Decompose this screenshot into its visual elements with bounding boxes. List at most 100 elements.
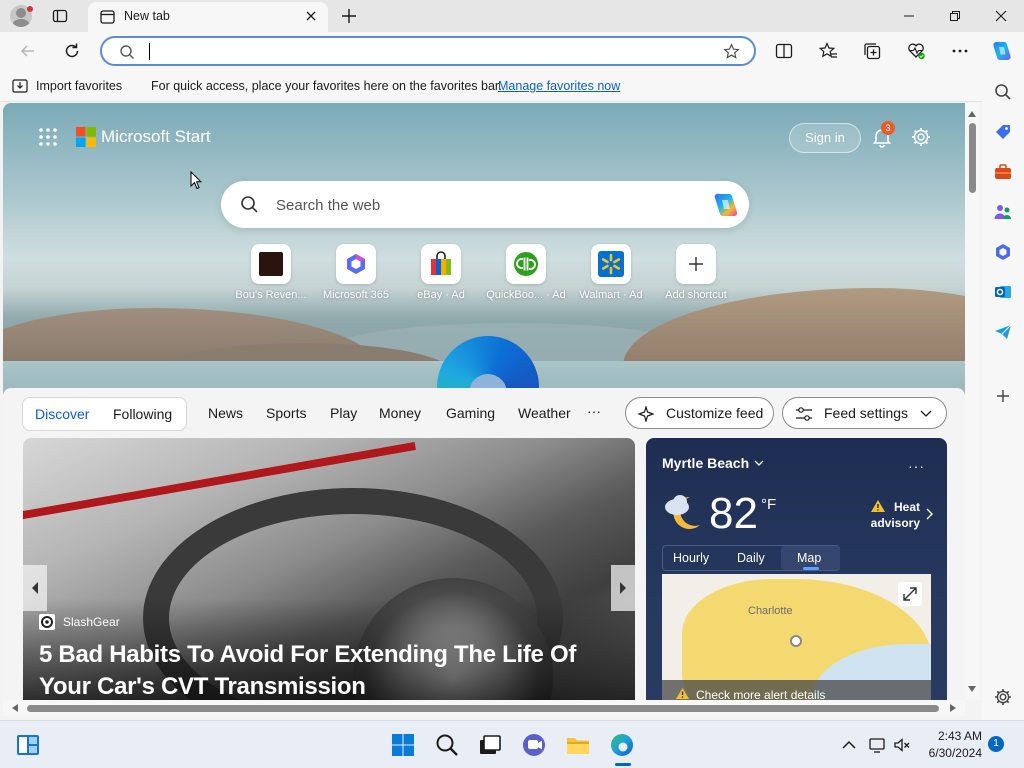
vertical-scrollbar[interactable] — [965, 103, 980, 700]
tab-discover[interactable]: Discover — [35, 406, 89, 422]
weather-location[interactable]: Myrtle Beach — [662, 455, 749, 471]
task-view-icon[interactable] — [477, 732, 503, 758]
more-tabs-button[interactable]: ··· — [587, 403, 601, 419]
volume-muted-icon[interactable] — [893, 736, 911, 754]
scroll-left-arrow-icon[interactable] — [11, 704, 19, 712]
shortcut-label: QuickBoo... · Ad — [486, 289, 566, 301]
tab-sports[interactable]: Sports — [266, 405, 306, 421]
windows-start-icon[interactable] — [390, 732, 416, 758]
weather-more-options[interactable]: ··· — [908, 458, 925, 474]
shortcut-label: Add shortcut — [665, 289, 727, 301]
scroll-right-arrow-icon[interactable] — [949, 704, 957, 712]
tab-hourly[interactable]: Hourly — [673, 551, 709, 565]
minimize-button[interactable] — [886, 0, 932, 32]
tab-news[interactable]: News — [208, 405, 243, 421]
alert-details-link[interactable]: Check more alert details — [696, 688, 825, 700]
import-favorites-label: Import favorites — [36, 79, 123, 93]
tab-daily[interactable]: Daily — [737, 551, 765, 565]
games-people-icon[interactable] — [993, 202, 1013, 222]
shopping-tag-icon[interactable] — [993, 122, 1013, 142]
restore-button[interactable] — [932, 0, 978, 32]
news-article-card[interactable]: SlashGear 5 Bad Habits To Avoid For Exte… — [23, 438, 635, 700]
app-launcher-waffle-icon[interactable] — [38, 127, 58, 147]
chevron-right-icon[interactable] — [925, 508, 933, 520]
alert-details-footer[interactable]: Check more alert details — [662, 680, 931, 700]
shortcut-bous-revenue[interactable]: Bou's Reven... — [226, 244, 316, 306]
carousel-next-button[interactable] — [611, 565, 635, 611]
tab-following[interactable]: Following — [113, 406, 172, 422]
carousel-prev-button[interactable] — [23, 565, 47, 611]
tools-briefcase-icon[interactable] — [993, 162, 1013, 182]
tab-actions-icon[interactable] — [52, 8, 68, 24]
network-monitor-icon[interactable] — [868, 736, 886, 754]
edge-sidebar — [982, 70, 1024, 720]
horizontal-scrollbar[interactable] — [3, 700, 965, 716]
add-favorite-star-icon[interactable] — [723, 43, 740, 60]
tab-money[interactable]: Money — [379, 405, 421, 421]
copilot-icon[interactable] — [990, 39, 1014, 63]
feed-settings-button[interactable]: Feed settings — [782, 397, 947, 429]
send-telegram-icon[interactable] — [993, 322, 1013, 342]
customize-feed-button[interactable]: Customize feed — [625, 397, 774, 429]
back-arrow-icon[interactable] — [18, 41, 38, 61]
clock-date[interactable]: 6/30/2024 — [914, 746, 982, 760]
sidebar-search-icon[interactable] — [993, 82, 1013, 102]
microsoft-365-sidebar-icon[interactable] — [993, 242, 1013, 262]
outlook-icon[interactable] — [993, 282, 1013, 302]
browser-essentials-icon[interactable] — [906, 41, 926, 61]
close-tab-icon[interactable] — [304, 9, 318, 23]
file-explorer-icon[interactable] — [565, 732, 591, 758]
copilot-search-icon[interactable] — [711, 191, 741, 219]
scroll-down-arrow-icon[interactable] — [968, 685, 976, 693]
address-bar[interactable] — [100, 36, 756, 66]
shortcut-quickbooks-ad[interactable]: QuickBoo... · Ad — [481, 244, 571, 306]
tab-map[interactable]: Map — [797, 551, 821, 565]
horizontal-scroll-thumb[interactable] — [27, 705, 939, 712]
taskbar-search-icon[interactable] — [434, 732, 460, 758]
web-search-box[interactable] — [221, 181, 749, 228]
edge-browser-icon[interactable] — [609, 732, 635, 758]
widgets-icon[interactable] — [15, 732, 41, 758]
collections-icon[interactable] — [862, 41, 882, 61]
manage-favorites-link[interactable]: Manage favorites now — [498, 79, 620, 93]
microsoft-365-icon — [347, 254, 365, 274]
partly-cloudy-night-icon — [665, 495, 700, 529]
weather-card[interactable]: Myrtle Beach ··· 82 °F Heat advisory Hou… — [646, 438, 947, 700]
notification-center-badge[interactable]: 1 — [988, 736, 1004, 752]
add-shortcut-button[interactable]: Add shortcut — [651, 244, 741, 306]
tab-new-tab[interactable]: New tab — [88, 2, 328, 32]
show-hidden-icons-chevron-up-icon[interactable] — [840, 736, 858, 754]
shortcut-walmart-ad[interactable]: Walmart · Ad — [566, 244, 656, 306]
clock-time[interactable]: 2:43 AM — [924, 729, 982, 743]
scroll-up-arrow-icon[interactable] — [968, 110, 976, 118]
article-headline[interactable]: 5 Bad Habits To Avoid For Extending The … — [39, 639, 629, 700]
refresh-icon[interactable] — [62, 41, 82, 61]
sign-in-button[interactable]: Sign in — [789, 123, 861, 153]
expand-map-button[interactable] — [898, 582, 922, 606]
tab-play[interactable]: Play — [330, 405, 357, 421]
new-tab-plus-icon[interactable] — [340, 7, 358, 25]
browser-toolbar — [0, 32, 1024, 70]
close-window-button[interactable] — [978, 0, 1024, 32]
teams-chat-icon[interactable] — [521, 732, 547, 758]
tab-weather[interactable]: Weather — [518, 405, 571, 421]
tab-gaming[interactable]: Gaming — [446, 405, 495, 421]
shortcut-microsoft-365[interactable]: Microsoft 365 — [311, 244, 401, 306]
feed-mode-toggle: Discover Following — [22, 397, 187, 431]
customize-feed-label: Customize feed — [666, 405, 764, 421]
page-settings-gear-icon[interactable] — [910, 126, 932, 148]
sidebar-settings-gear-icon[interactable] — [993, 687, 1013, 707]
microsoft-start-brand[interactable]: Microsoft Start — [101, 127, 211, 147]
web-search-input[interactable] — [276, 195, 696, 215]
article-source[interactable]: SlashGear — [63, 615, 120, 629]
add-sidebar-app-plus-icon[interactable] — [993, 386, 1013, 406]
chevron-down-icon[interactable] — [754, 459, 764, 467]
split-screen-icon[interactable] — [774, 41, 794, 61]
heat-advisory-alert[interactable]: Heat advisory — [868, 499, 920, 531]
favorites-icon[interactable] — [818, 41, 838, 61]
temperature-value: 82 — [709, 489, 758, 538]
address-input[interactable] — [148, 42, 708, 60]
shortcut-ebay-ad[interactable]: eBay · Ad — [396, 244, 486, 306]
more-options-icon[interactable] — [950, 41, 970, 61]
vertical-scroll-thumb[interactable] — [969, 123, 976, 193]
